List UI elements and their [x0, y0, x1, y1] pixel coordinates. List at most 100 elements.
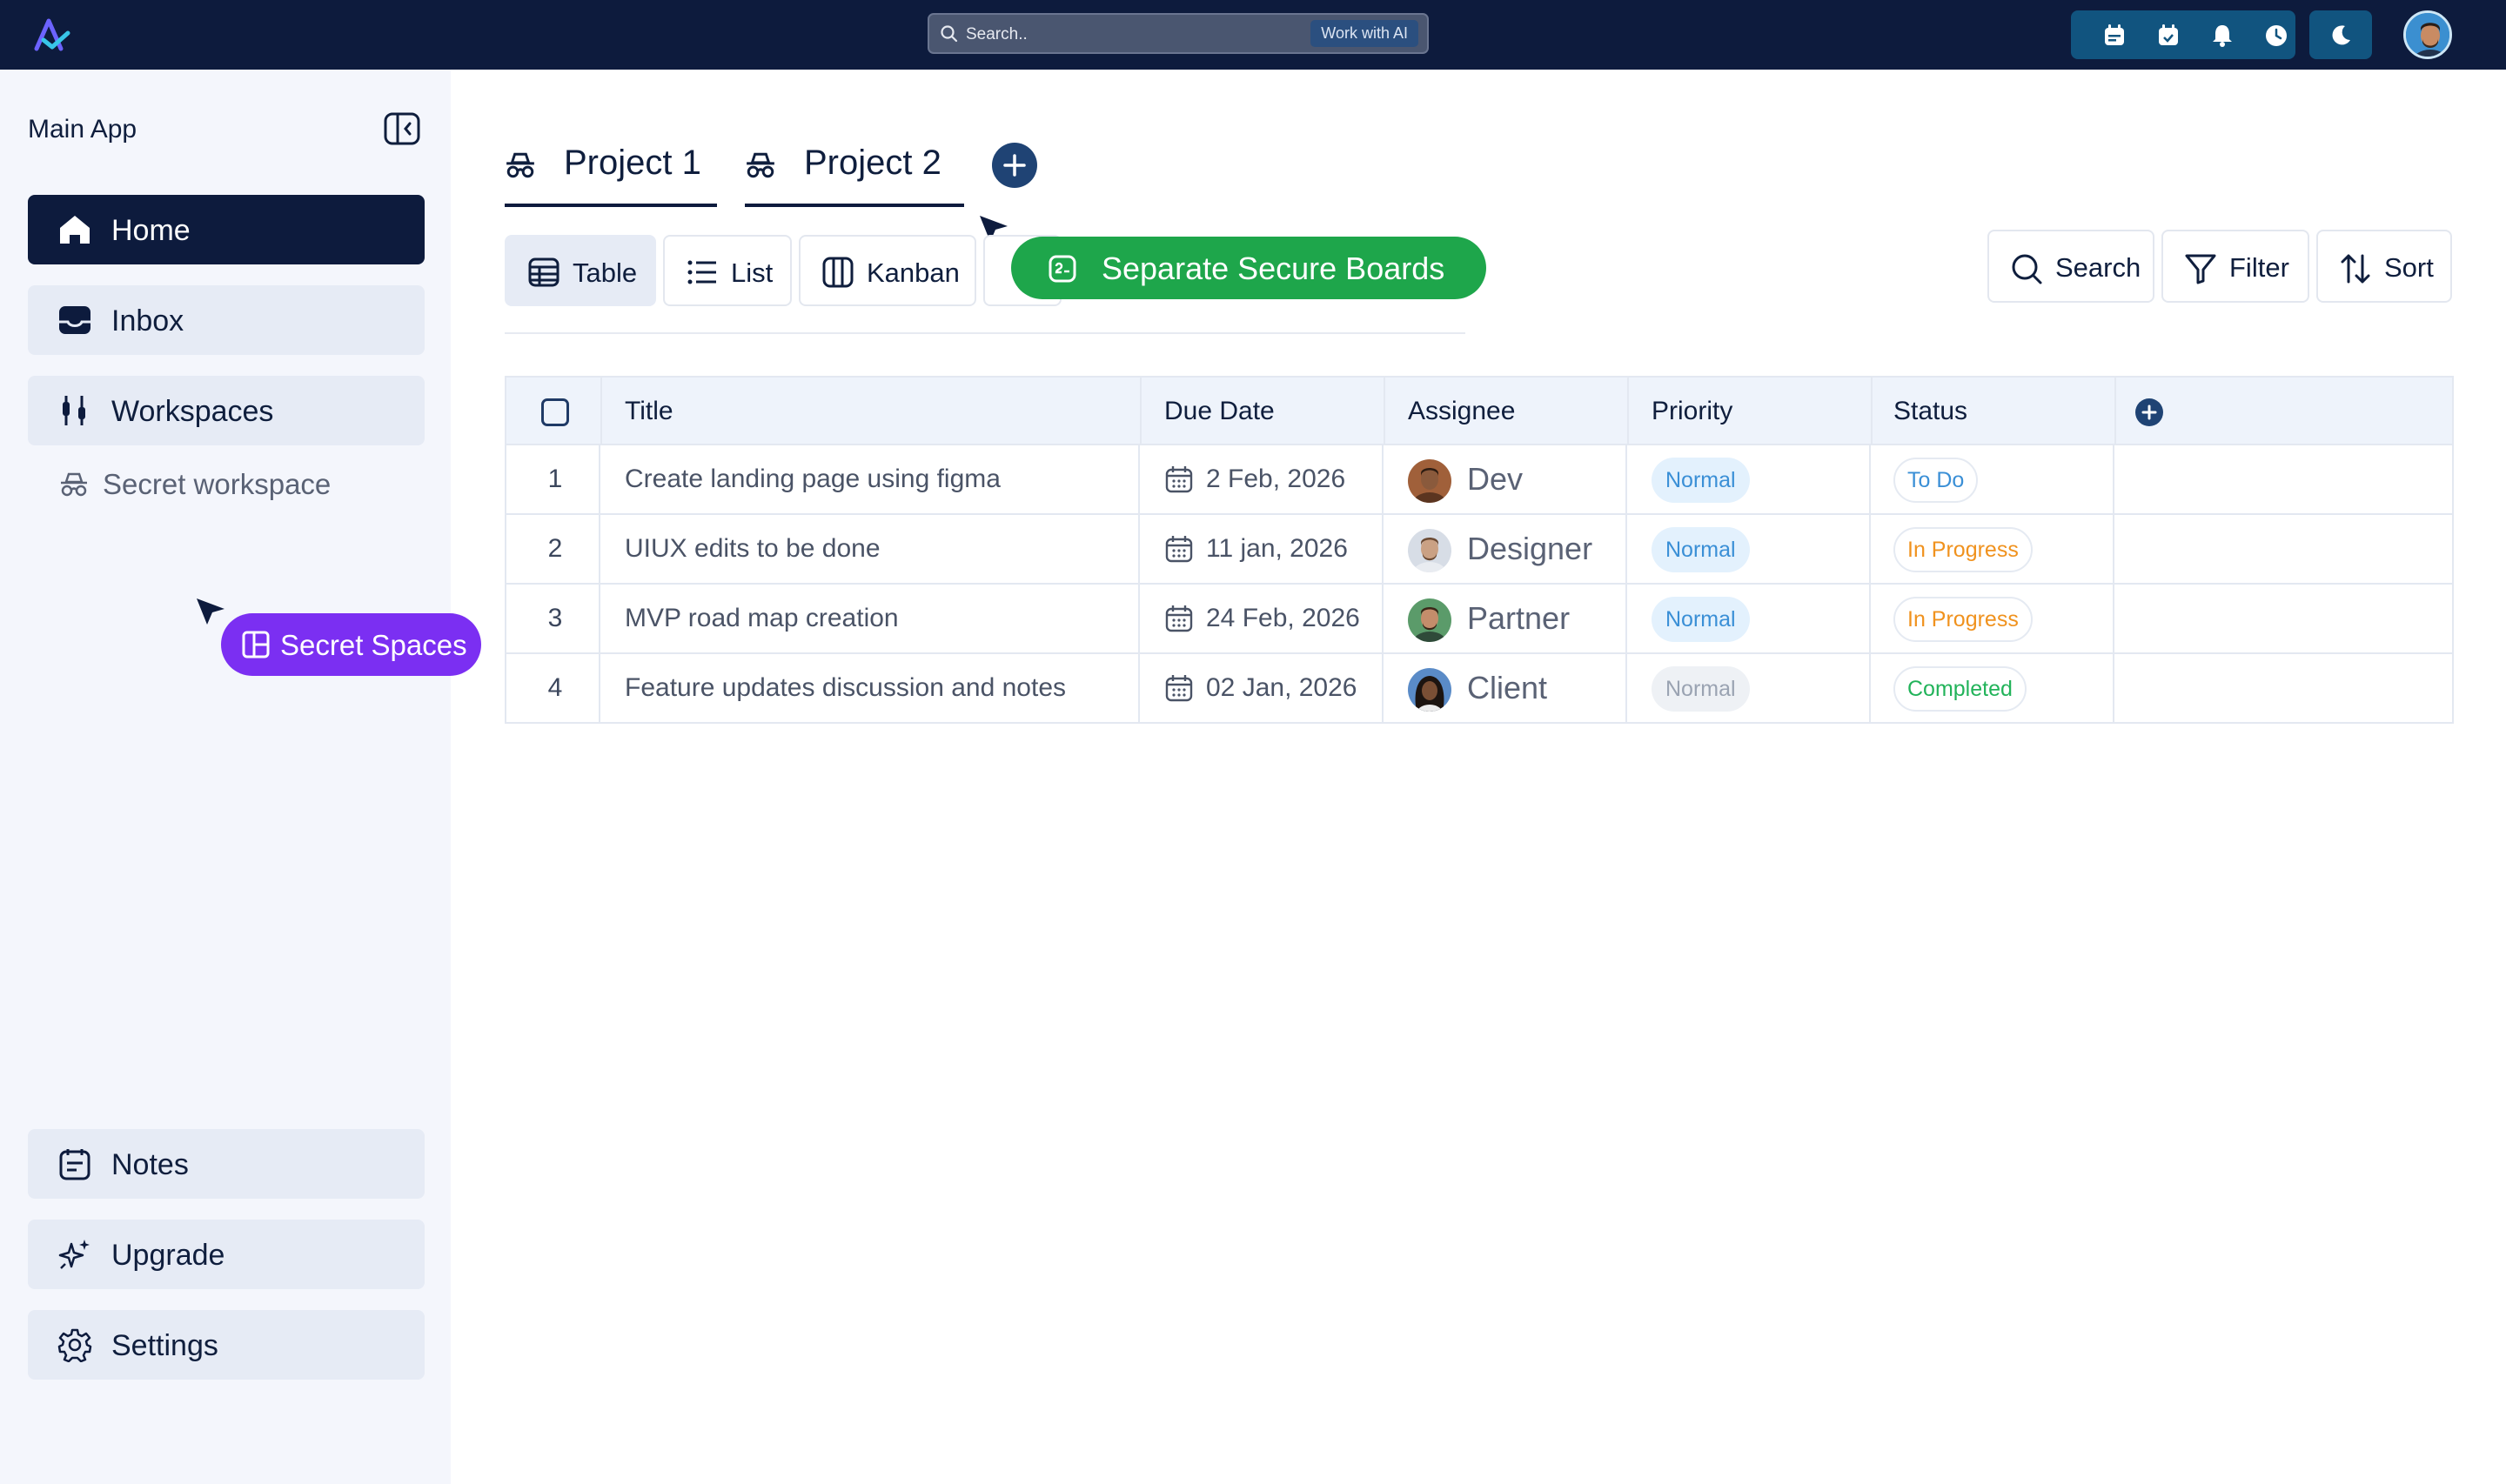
search-icon	[941, 25, 958, 43]
search-button-label: Search	[2055, 252, 2141, 283]
view-label: Kanban	[867, 257, 960, 288]
table-row[interactable]: 3 MVP road map creation 24 Feb, 2026 Par…	[505, 585, 2454, 654]
column-header-status[interactable]: Status	[1893, 397, 1967, 426]
sidebar-item-label: Workspaces	[111, 395, 274, 428]
assignee-avatar-partner	[1408, 598, 1451, 642]
moon-icon	[2332, 25, 2350, 45]
secret-workspace-label: Secret workspace	[103, 468, 332, 500]
incognito-icon	[61, 472, 87, 497]
search-button[interactable]: Search	[1987, 230, 2154, 303]
filter-button-label: Filter	[2229, 252, 2289, 283]
sidebar-item-label: Notes	[111, 1148, 189, 1181]
sort-button[interactable]: Sort	[2316, 230, 2452, 303]
app-logo-icon[interactable]	[31, 14, 73, 56]
view-list-button[interactable]: List	[663, 235, 792, 306]
due-date[interactable]: 2 Feb, 2026	[1206, 465, 1345, 494]
sidebar-item-label: Upgrade	[111, 1239, 225, 1272]
column-header-assignee[interactable]: Assignee	[1408, 397, 1515, 426]
gear-icon	[57, 1328, 92, 1362]
column-divider	[1871, 378, 1873, 444]
global-search-input[interactable]: Search.. Work with AI	[928, 13, 1429, 54]
assignee-name[interactable]: Dev	[1467, 461, 1523, 498]
priority-badge[interactable]: Normal	[1652, 527, 1750, 572]
column-divider	[1382, 445, 1384, 513]
view-table-button[interactable]: Table	[505, 235, 656, 306]
sidebar-item-notes[interactable]: Notes	[28, 1129, 425, 1199]
table-row[interactable]: 2 UIUX edits to be done 11 jan, 2026 Des…	[505, 515, 2454, 585]
sidebar-item-workspaces[interactable]: Workspaces	[28, 376, 425, 445]
column-divider	[1382, 515, 1384, 583]
column-divider	[599, 515, 600, 583]
assignee-name[interactable]: Client	[1467, 670, 1547, 706]
column-divider	[599, 445, 600, 513]
due-date[interactable]: 02 Jan, 2026	[1206, 673, 1357, 703]
row-number: 2	[547, 534, 563, 563]
column-divider	[1384, 378, 1385, 444]
priority-badge[interactable]: Normal	[1652, 597, 1750, 642]
work-with-ai-button[interactable]: Work with AI	[1310, 20, 1418, 47]
table-header-row: Title Due Date Assignee Priority Status	[505, 376, 2454, 445]
sidebar-item-home[interactable]: Home	[28, 195, 425, 264]
task-title[interactable]: MVP road map creation	[625, 604, 899, 633]
add-project-button[interactable]	[992, 143, 1037, 188]
calendar-icon	[1165, 466, 1193, 493]
add-column-button[interactable]	[2135, 398, 2163, 426]
collapse-sidebar-icon[interactable]	[383, 111, 421, 146]
column-divider	[1138, 445, 1140, 513]
table-row[interactable]: 1 Create landing page using figma 2 Feb,…	[505, 445, 2454, 515]
due-date[interactable]: 11 jan, 2026	[1206, 534, 1348, 564]
task-title[interactable]: UIUX edits to be done	[625, 534, 881, 564]
column-divider	[2113, 654, 2114, 722]
incognito-icon	[506, 152, 534, 178]
column-header-due-date[interactable]: Due Date	[1164, 397, 1275, 426]
priority-badge[interactable]: Normal	[1652, 458, 1750, 503]
calendar-check-icon[interactable]	[2155, 23, 2181, 49]
tab-project-2[interactable]: Project 2	[745, 139, 964, 207]
separate-secure-boards-badge: Separate Secure Boards	[1011, 237, 1486, 299]
clock-icon[interactable]	[2263, 23, 2289, 49]
status-badge[interactable]: To Do	[1893, 458, 1979, 503]
task-title[interactable]: Create landing page using figma	[625, 465, 1001, 494]
sidebar-item-settings[interactable]: Settings	[28, 1310, 425, 1380]
search-placeholder: Search..	[966, 25, 1028, 43]
cursor-arrow-icon	[197, 598, 224, 625]
status-badge[interactable]: Completed	[1893, 666, 2027, 712]
assignee-avatar-client	[1408, 668, 1451, 712]
column-header-priority[interactable]: Priority	[1652, 397, 1732, 426]
row-number: 4	[547, 673, 563, 702]
tab-project-1[interactable]: Project 1	[505, 139, 717, 207]
column-divider	[1625, 585, 1627, 652]
bell-icon[interactable]	[2209, 23, 2235, 49]
column-divider	[1140, 378, 1142, 444]
column-header-title[interactable]: Title	[625, 397, 673, 426]
sidebar-item-upgrade[interactable]: Upgrade	[28, 1220, 425, 1289]
filter-button[interactable]: Filter	[2161, 230, 2309, 303]
inbox-icon	[59, 306, 90, 334]
due-date[interactable]: 24 Feb, 2026	[1206, 604, 1360, 633]
sidebar-item-label: Home	[111, 214, 191, 247]
priority-badge[interactable]: Normal	[1652, 666, 1750, 712]
column-divider	[1625, 445, 1627, 513]
assignee-name[interactable]: Designer	[1467, 531, 1592, 567]
view-label: Table	[573, 257, 638, 288]
table-icon	[528, 257, 559, 287]
view-kanban-button[interactable]: Kanban	[799, 235, 976, 306]
task-title[interactable]: Feature updates discussion and notes	[625, 673, 1066, 703]
row-number: 1	[547, 465, 563, 493]
calendar-icon[interactable]	[2101, 23, 2127, 49]
sidebar-item-inbox[interactable]: Inbox	[28, 285, 425, 355]
status-badge[interactable]: In Progress	[1893, 527, 2033, 572]
column-divider	[2113, 445, 2114, 513]
status-badge[interactable]: In Progress	[1893, 597, 2033, 642]
user-avatar[interactable]	[2403, 10, 2452, 59]
sidebar: Main App Home Inbox Workspaces Secret wo…	[0, 70, 481, 1484]
theme-toggle-button[interactable]	[2309, 10, 2372, 59]
assignee-name[interactable]: Partner	[1467, 600, 1570, 637]
sort-button-label: Sort	[2384, 252, 2434, 283]
table-row[interactable]: 4 Feature updates discussion and notes 0…	[505, 654, 2454, 724]
plus-icon	[2141, 404, 2157, 420]
plus-icon	[1003, 154, 1026, 177]
view-label: List	[731, 257, 774, 288]
tab-underline	[745, 204, 964, 207]
select-all-checkbox[interactable]	[541, 398, 569, 426]
